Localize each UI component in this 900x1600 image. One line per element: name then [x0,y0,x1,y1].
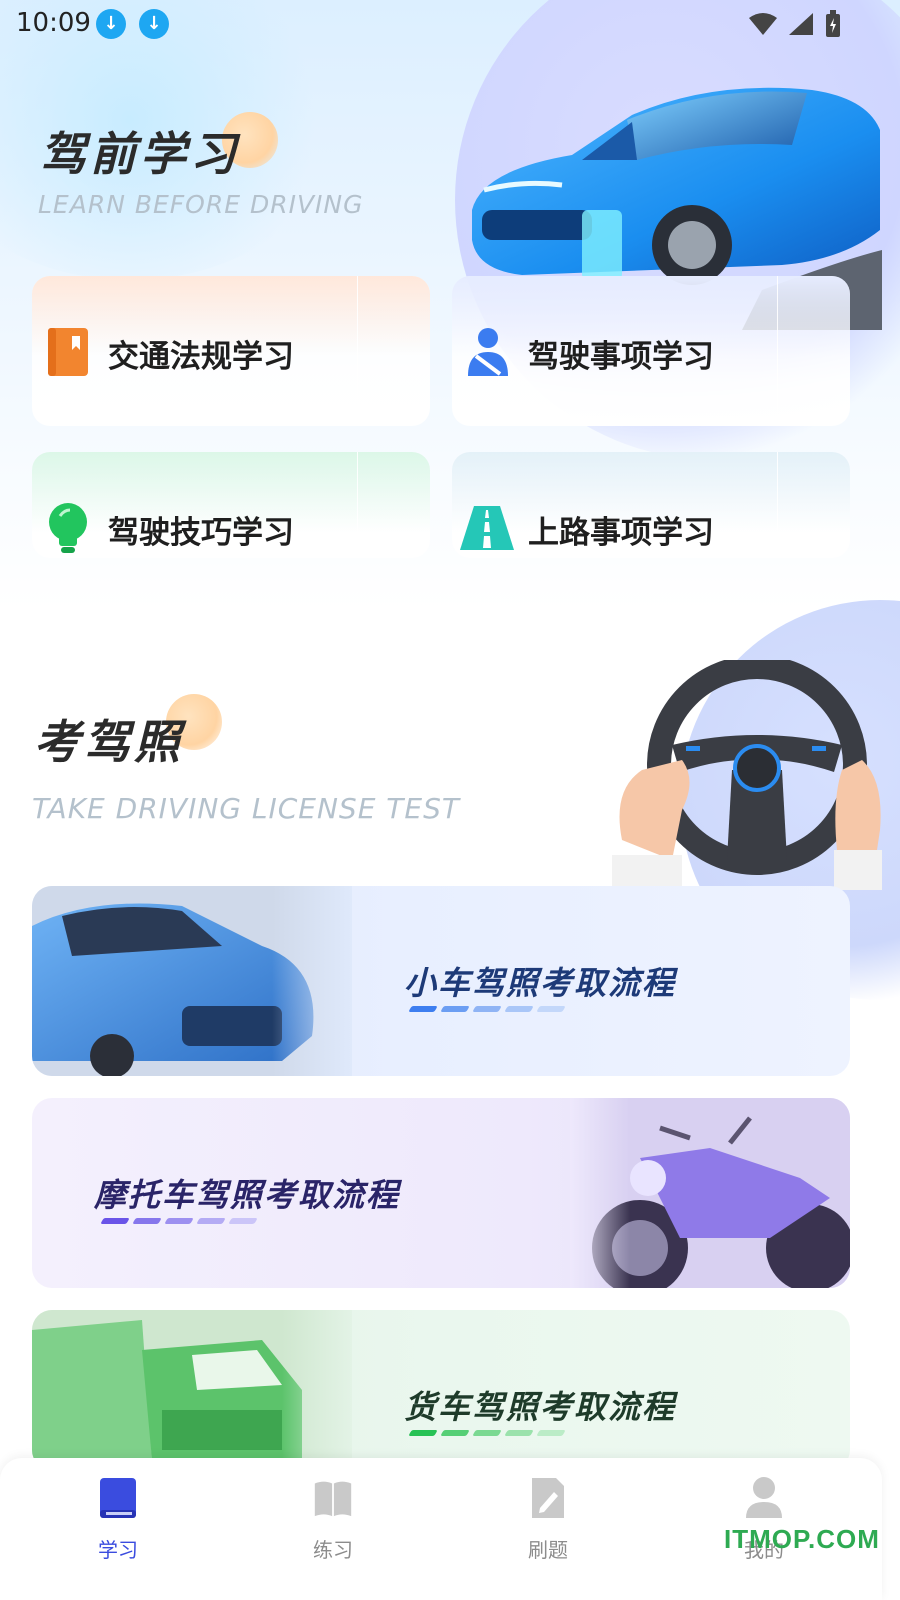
learn-section-subtitle: LEARN BEFORE DRIVING [38,190,364,219]
card-divider [357,452,358,558]
person-icon [746,1477,782,1518]
download-icon: ↓ [139,9,169,39]
banner-label: 货车驾照考取流程 [404,1388,677,1426]
signal-icon [789,13,813,35]
book-icon [48,328,88,376]
steering-wheel-illustration [612,660,882,890]
banner-truck-license[interactable]: 货车驾照考取流程 [32,1310,850,1470]
road-icon [460,506,514,550]
status-bar: 10:09 ↓ ↓ [0,0,900,48]
download-icon: ↓ [96,9,126,39]
banner-car-license[interactable]: 小车驾照考取流程 [32,886,850,1076]
card-label: 交通法规学习 [108,339,294,375]
car-illustration [32,886,352,1076]
nav-tab-quiz[interactable]: 刷题 [498,1476,598,1563]
banner-dashes [100,1218,258,1224]
open-book-icon [314,1481,352,1517]
card-divider [777,452,778,558]
card-divider [777,276,778,426]
exam-section-subtitle: TAKE DRIVING LICENSE TEST [32,792,460,825]
study-card-road-matters[interactable]: 上路事项学习 [452,452,850,558]
card-label: 驾驶事项学习 [528,339,714,375]
banner-dashes [408,1006,566,1012]
learn-section-title: 驾前学习 [40,127,240,181]
document-edit-icon [532,1478,564,1518]
study-card-driving-matters[interactable]: 驾驶事项学习 [452,276,850,426]
lightbulb-icon [49,503,87,553]
banner-dashes [408,1430,566,1436]
nav-tab-study[interactable]: 学习 [68,1476,168,1563]
truck-illustration [32,1310,352,1470]
card-label: 上路事项学习 [528,515,714,551]
app-screen: 10:09 ↓ ↓ 驾前学习 LEARN BEFORE DRIVING 交通法规… [0,0,900,1600]
card-divider [357,276,358,426]
status-time: 10:09 [16,8,91,38]
nav-label: 练习 [313,1538,353,1562]
banner-label: 小车驾照考取流程 [404,964,677,1002]
banner-motorcycle-license[interactable]: 摩托车驾照考取流程 [32,1098,850,1288]
card-label: 驾驶技巧学习 [108,515,294,551]
study-card-driving-skills[interactable]: 驾驶技巧学习 [32,452,430,558]
nav-label: 刷题 [528,1538,568,1562]
exam-section-title: 考驾照 [34,715,184,769]
battery-icon [826,10,840,37]
motorcycle-illustration [570,1098,850,1288]
seatbelt-person-icon [468,328,508,376]
nav-tab-practice[interactable]: 练习 [283,1476,383,1563]
nav-label: 学习 [98,1538,138,1562]
status-icons [748,10,842,38]
study-card-traffic-rules[interactable]: 交通法规学习 [32,276,430,426]
book-icon [100,1478,136,1518]
banner-label: 摩托车驾照考取流程 [94,1176,401,1214]
wifi-icon [749,13,777,35]
watermark: ITMOP.COM [724,1524,880,1554]
